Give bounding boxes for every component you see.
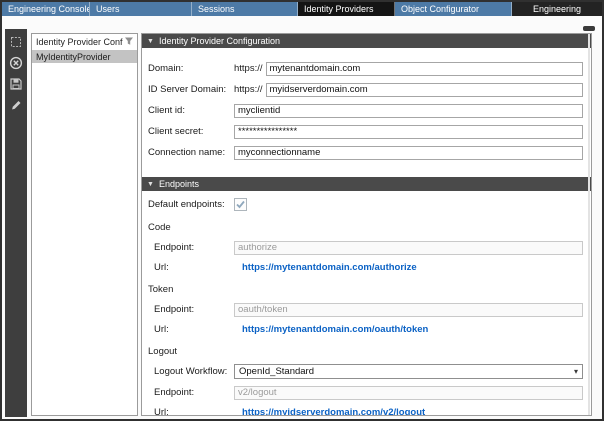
connection-name-input[interactable] xyxy=(234,146,583,160)
token-url-label: Url: xyxy=(154,324,234,335)
domain-label: Domain: xyxy=(148,63,234,74)
section-header-endpoints[interactable]: ▼ Endpoints xyxy=(142,177,591,191)
form-row-default-endpoints: Default endpoints: xyxy=(148,197,583,212)
tab-sessions[interactable]: Sessions xyxy=(192,2,298,16)
token-endpoint-label: Endpoint: xyxy=(154,304,234,315)
id-server-https-prefix: https:// xyxy=(234,84,263,95)
content-area: Identity Provider Conf MyIdentityProvide… xyxy=(2,16,602,419)
form-row-domain: Domain: https:// xyxy=(148,61,583,76)
tab-object-configurator[interactable]: Object Configurator xyxy=(395,2,512,16)
logout-url-label: Url: xyxy=(154,407,234,417)
new-item-button[interactable] xyxy=(8,37,24,52)
edit-pencil-icon xyxy=(9,98,23,117)
id-server-domain-label: ID Server Domain: xyxy=(148,84,234,95)
identity-provider-list-panel: Identity Provider Conf MyIdentityProvide… xyxy=(31,33,138,416)
domain-input[interactable] xyxy=(266,62,583,76)
app-window: Engineering Console Users Sessions Ident… xyxy=(0,0,604,421)
token-endpoint-input xyxy=(234,303,583,317)
logout-url-row: Url: https://myidserverdomain.com/v2/log… xyxy=(154,405,583,416)
logout-url-link[interactable]: https://myidserverdomain.com/v2/logout xyxy=(234,407,425,417)
save-button[interactable] xyxy=(8,79,24,94)
domain-https-prefix: https:// xyxy=(234,63,263,74)
tab-engineering-console[interactable]: Engineering Console xyxy=(2,2,90,16)
logout-workflow-select[interactable]: OpenId_Standard ▾ xyxy=(234,364,583,379)
chevron-down-icon: ▾ xyxy=(574,367,578,376)
collapse-triangle-icon: ▼ xyxy=(147,181,154,188)
connection-name-label: Connection name: xyxy=(148,147,234,158)
group-title-logout: Logout xyxy=(148,346,591,358)
logout-workflow-label: Logout Workflow: xyxy=(154,366,234,377)
token-url-row: Url: https://mytenantdomain.com/oauth/to… xyxy=(154,322,583,336)
code-endpoint-input xyxy=(234,241,583,255)
tab-users[interactable]: Users xyxy=(90,2,192,16)
form-row-client-id: Client id: xyxy=(148,103,583,118)
scrollbar-thumb-top[interactable] xyxy=(583,26,595,31)
save-icon xyxy=(9,77,23,96)
logout-workflow-row: Logout Workflow: OpenId_Standard ▾ xyxy=(154,364,583,379)
section-title: Endpoints xyxy=(159,179,199,189)
section-title: Identity Provider Configuration xyxy=(159,36,280,46)
section-header-configuration[interactable]: ▼ Identity Provider Configuration xyxy=(142,34,591,48)
code-url-row: Url: https://mytenantdomain.com/authoriz… xyxy=(154,260,583,274)
client-secret-input[interactable] xyxy=(234,125,583,139)
side-toolbar xyxy=(5,29,27,417)
tab-identity-providers[interactable]: Identity Providers xyxy=(298,2,395,16)
logout-workflow-value: OpenId_Standard xyxy=(239,366,314,377)
client-secret-label: Client secret: xyxy=(148,126,234,137)
logout-endpoint-row: Endpoint: xyxy=(154,385,583,400)
new-item-icon xyxy=(9,35,23,54)
form-row-client-secret: Client secret: xyxy=(148,124,583,139)
code-url-label: Url: xyxy=(154,262,234,273)
edit-button[interactable] xyxy=(8,100,24,115)
default-endpoints-label: Default endpoints: xyxy=(148,199,234,210)
form-row-connection-name: Connection name: xyxy=(148,145,583,160)
form-row-id-server-domain: ID Server Domain: https:// xyxy=(148,82,583,97)
mode-indicator: Engineering xyxy=(512,2,602,16)
funnel-icon[interactable] xyxy=(124,36,134,48)
token-endpoint-row: Endpoint: xyxy=(154,302,583,317)
list-panel-title: Identity Provider Conf xyxy=(36,37,124,47)
group-title-token: Token xyxy=(148,284,591,296)
group-title-code: Code xyxy=(148,222,591,234)
code-endpoint-label: Endpoint: xyxy=(154,242,234,253)
client-id-label: Client id: xyxy=(148,105,234,116)
token-url-link[interactable]: https://mytenantdomain.com/oauth/token xyxy=(234,324,428,335)
list-item-my-identity-provider[interactable]: MyIdentityProvider xyxy=(32,50,137,63)
delete-circle-icon xyxy=(9,56,23,75)
tab-bar: Engineering Console Users Sessions Ident… xyxy=(2,2,602,16)
logout-endpoint-input xyxy=(234,386,583,400)
logout-endpoint-label: Endpoint: xyxy=(154,387,234,398)
default-endpoints-checkbox[interactable] xyxy=(234,198,247,211)
vertical-scrollbar[interactable] xyxy=(588,34,590,415)
list-panel-header: Identity Provider Conf xyxy=(32,34,137,50)
id-server-domain-input[interactable] xyxy=(266,83,583,97)
collapse-triangle-icon: ▼ xyxy=(147,38,154,45)
code-url-link[interactable]: https://mytenantdomain.com/authorize xyxy=(234,262,417,273)
code-endpoint-row: Endpoint: xyxy=(154,240,583,255)
client-id-input[interactable] xyxy=(234,104,583,118)
mode-indicator-label: Engineering xyxy=(533,4,581,14)
identity-provider-form-panel: ▼ Identity Provider Configuration Domain… xyxy=(141,33,592,416)
delete-button[interactable] xyxy=(8,58,24,73)
